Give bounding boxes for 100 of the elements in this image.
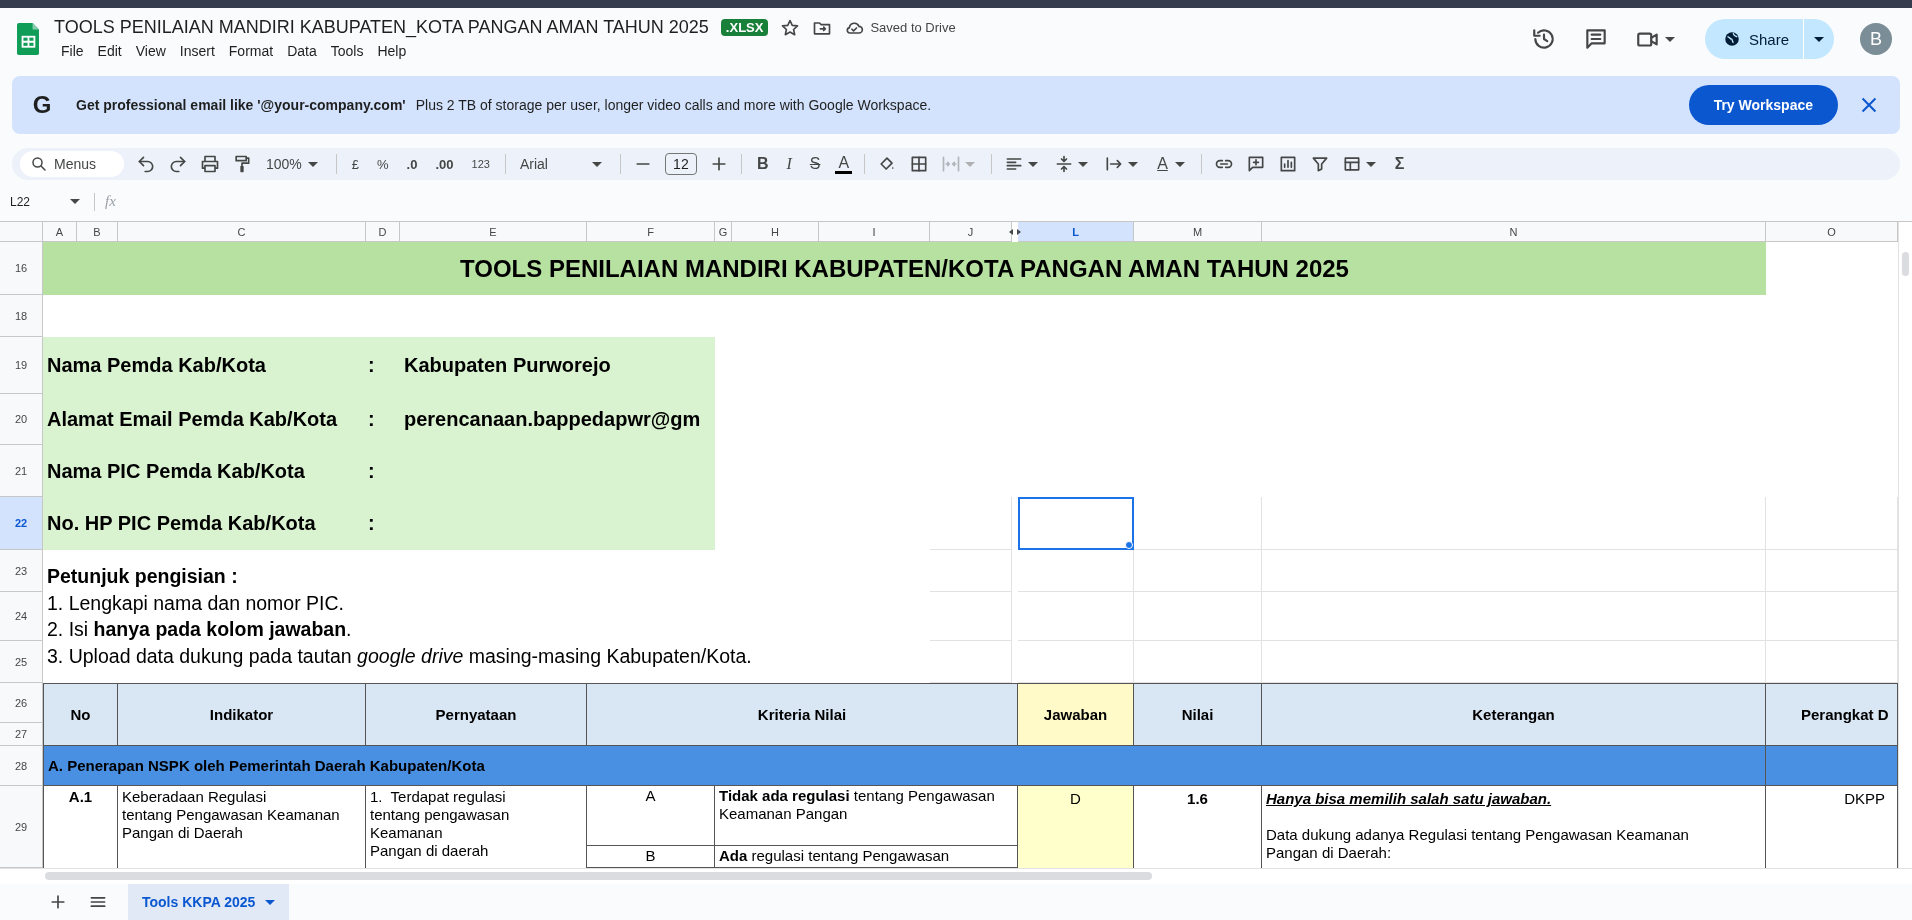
column-heading: Kriteria Nilai xyxy=(587,683,1018,746)
increase-decimals-button[interactable]: .00 xyxy=(432,156,457,172)
column-heading: Keterangan xyxy=(1262,683,1766,746)
caret-icon[interactable] xyxy=(1664,36,1675,42)
menu-item[interactable]: Insert xyxy=(172,41,222,61)
formula-label: fx xyxy=(105,193,116,210)
row-header[interactable]: 29 xyxy=(0,786,43,868)
vertical-scrollbar[interactable] xyxy=(1898,222,1912,868)
instructions-heading: Petunjuk pengisian : xyxy=(46,564,239,589)
currency-button[interactable]: £ xyxy=(348,156,363,172)
column-header[interactable]: J xyxy=(930,222,1012,242)
column-heading: Jawaban xyxy=(1018,683,1134,746)
caret-icon[interactable] xyxy=(1028,161,1039,167)
column-header[interactable]: L xyxy=(1018,222,1134,242)
column-heading: Perangkat D xyxy=(1766,683,1898,746)
strikethrough-button[interactable]: S xyxy=(806,155,824,173)
menu-item[interactable]: Help xyxy=(370,41,414,61)
row-header[interactable]: 21 xyxy=(0,445,43,497)
row-header[interactable]: 20 xyxy=(0,394,43,445)
column-header[interactable]: G xyxy=(715,222,732,242)
field-value: perencanaan.bappedapwr@gm xyxy=(400,394,715,445)
print-icon[interactable] xyxy=(200,154,220,174)
field-separator: : xyxy=(368,459,375,483)
menu-item[interactable]: View xyxy=(128,41,173,61)
borders-icon[interactable] xyxy=(909,154,930,174)
row-header[interactable]: 28 xyxy=(0,746,43,786)
redo-icon[interactable] xyxy=(168,154,188,174)
row-header[interactable]: 25 xyxy=(0,641,43,683)
caret-icon[interactable] xyxy=(591,161,602,167)
column-header[interactable]: I xyxy=(819,222,930,242)
cell-reference-dropdown[interactable]: L22 xyxy=(0,194,88,209)
functions-button[interactable]: Σ xyxy=(1391,155,1408,173)
font-size-field[interactable]: 12 xyxy=(664,153,697,175)
column-header[interactable]: O xyxy=(1766,222,1898,242)
star-icon[interactable] xyxy=(780,17,801,38)
history-icon[interactable] xyxy=(1530,26,1557,52)
caret-icon[interactable] xyxy=(1174,161,1185,167)
decrease-decimals-button[interactable]: .0 xyxy=(403,156,421,172)
text-rotation-button[interactable]: A xyxy=(1154,155,1171,173)
menu-item[interactable]: Format xyxy=(221,41,281,61)
sheet-tab[interactable]: Tools KKPA 2025 xyxy=(128,884,290,920)
field-value: Kabupaten Purworejo xyxy=(400,337,715,394)
caret-icon[interactable] xyxy=(265,899,276,905)
horizontal-scrollbar[interactable] xyxy=(0,868,1912,884)
row-header[interactable]: 26 xyxy=(0,683,43,723)
row-header[interactable]: 24 xyxy=(0,592,43,641)
caret-icon[interactable] xyxy=(70,199,80,204)
column-header[interactable]: A xyxy=(43,222,77,242)
row-header[interactable]: 19 xyxy=(0,337,43,394)
caret-icon[interactable] xyxy=(1128,161,1139,167)
italic-button[interactable]: I xyxy=(783,155,795,173)
row-header[interactable]: 23 xyxy=(0,550,43,592)
row-header[interactable]: 18 xyxy=(0,295,43,337)
text-color-button[interactable]: A xyxy=(835,154,853,174)
share-options-button[interactable] xyxy=(1803,19,1834,59)
column-header[interactable]: E xyxy=(400,222,587,242)
column-header[interactable]: M xyxy=(1134,222,1262,242)
table-cell: Tidak ada regulasi tentang Pengawasan Keamanan Pangan xyxy=(715,786,1017,846)
search-field[interactable]: Menus xyxy=(20,151,124,177)
section-header: A. Penerapan NSPK oleh Pemerintah Daerah Kabupaten/Kota xyxy=(43,746,1766,786)
row-header[interactable]: 22 xyxy=(0,497,43,550)
percent-button[interactable]: % xyxy=(374,156,392,172)
column-header[interactable]: N xyxy=(1262,222,1766,242)
field-label: Nama PIC Pemda Kab/Kota xyxy=(43,445,366,497)
menu-item[interactable]: Tools xyxy=(323,41,371,61)
column-header[interactable]: B xyxy=(77,222,118,242)
caret-icon[interactable] xyxy=(1078,161,1089,167)
menu-item[interactable]: Edit xyxy=(90,41,129,61)
column-header[interactable]: H xyxy=(732,222,819,242)
answer-note: Hanya bisa memilih salah satu jawaban. xyxy=(1266,790,1553,808)
zoom-dropdown[interactable]: 100% xyxy=(264,156,324,172)
hidden-column-arrows-icon[interactable] xyxy=(1009,228,1021,236)
sheet-title: TOOLS PENILAIAN MANDIRI KABUPATEN/KOTA PANGAN AMAN TAHUN 2025 xyxy=(43,242,1766,295)
undo-icon[interactable] xyxy=(136,154,156,174)
bold-button[interactable]: B xyxy=(753,155,772,173)
share-button[interactable]: Share xyxy=(1704,19,1803,59)
menu-item[interactable]: Data xyxy=(280,41,324,61)
instruction-text: 2. Isi hanya pada kolom jawaban. xyxy=(46,617,353,642)
column-header[interactable]: D xyxy=(366,222,400,242)
instruction-text: 3. Upload data dukung pada tautan google drive masing-masing Kabupaten/Kota. xyxy=(46,643,753,669)
try-workspace-button[interactable]: Try Workspace xyxy=(1688,85,1838,125)
font-dropdown[interactable]: Arial xyxy=(517,156,608,172)
banner-headline: Get professional email like '@your-company.com' xyxy=(76,97,406,113)
field-label: No. HP PIC Pemda Kab/Kota xyxy=(43,497,366,550)
google-logo: G xyxy=(31,91,53,119)
number-format-button[interactable]: 123 xyxy=(468,158,493,170)
instruction-text: 1. Lengkapi nama dan nomor PIC. xyxy=(46,590,345,616)
selected-cell[interactable] xyxy=(1018,497,1134,550)
caret-icon[interactable] xyxy=(307,161,318,167)
row-header[interactable]: 16 xyxy=(0,242,43,295)
column-header[interactable]: C xyxy=(118,222,366,242)
sheets-logo-icon[interactable] xyxy=(16,23,40,55)
row-header[interactable]: 27 xyxy=(0,723,43,746)
document-title[interactable]: TOOLS PENILAIAN MANDIRI KABUPATEN_KOTA PANGAN AMAN TAHUN 2025 xyxy=(54,17,709,38)
caret-icon[interactable] xyxy=(1365,161,1376,167)
menu-item[interactable]: File xyxy=(54,41,91,61)
column-header[interactable]: F xyxy=(587,222,715,242)
column-heading: Nilai xyxy=(1134,683,1262,746)
paint-format-icon[interactable] xyxy=(232,154,252,174)
table-cell: A xyxy=(587,786,715,846)
